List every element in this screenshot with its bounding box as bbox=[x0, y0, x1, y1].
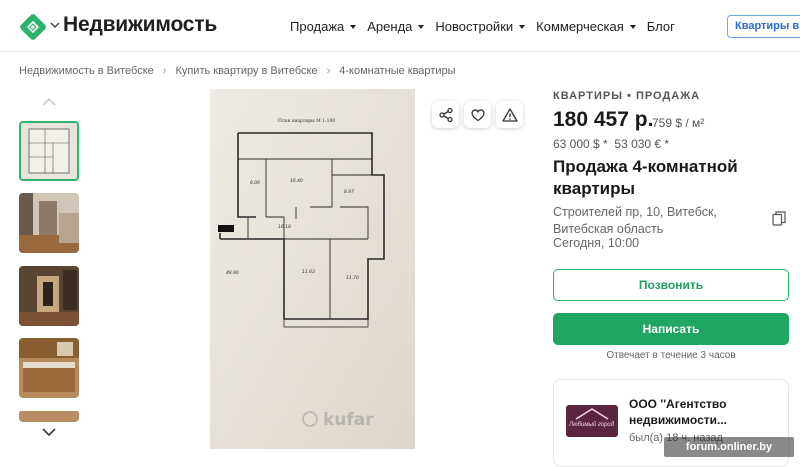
nav-item-blog[interactable]: Блог bbox=[647, 19, 675, 34]
warning-icon bbox=[501, 107, 518, 122]
heart-icon bbox=[470, 108, 485, 121]
svg-text:16.40: 16.40 bbox=[290, 178, 303, 184]
gallery-thumbnail[interactable] bbox=[19, 410, 79, 422]
logo-icon[interactable] bbox=[19, 13, 47, 41]
price-eur[interactable]: 53 030 € * bbox=[614, 137, 669, 151]
share-icon bbox=[438, 107, 453, 122]
svg-text:kufar: kufar bbox=[323, 410, 374, 430]
caret-down-icon bbox=[350, 24, 357, 29]
listing-date: Сегодня, 10:00 bbox=[553, 236, 640, 250]
report-button[interactable] bbox=[496, 101, 523, 128]
listing-category: КВАРТИРЫ • ПРОДАЖА bbox=[553, 90, 701, 102]
site-header: Недвижимость Продажа Аренда Новостройки … bbox=[0, 0, 800, 52]
svg-text:11.70: 11.70 bbox=[346, 275, 359, 281]
nav-item-new-buildings[interactable]: Новостройки bbox=[435, 19, 526, 34]
call-button[interactable]: Позвонить bbox=[553, 269, 789, 301]
favorite-button[interactable] bbox=[464, 101, 491, 128]
caret-down-icon bbox=[519, 24, 526, 29]
nav-item-rent[interactable]: Аренда bbox=[367, 19, 425, 34]
house-roof-icon bbox=[575, 408, 609, 420]
nav-item-commercial[interactable]: Коммерческая bbox=[536, 19, 636, 34]
price-alternative-currencies: 63 000 $ * 53 030 € * bbox=[553, 137, 669, 151]
price-per-square-meter: 759 $ / м² bbox=[652, 116, 705, 130]
breadcrumb-link[interactable]: Купить квартиру в Витебске bbox=[175, 65, 317, 77]
room-thumbnail-image bbox=[19, 411, 79, 422]
main-nav: Продажа Аренда Новостройки Коммерческая … bbox=[290, 19, 686, 34]
breadcrumb-link[interactable]: 4-комнатные квартиры bbox=[339, 65, 455, 77]
price-usd[interactable]: 63 000 $ * bbox=[553, 137, 608, 151]
nav-item-label: Новостройки bbox=[435, 19, 514, 34]
share-button[interactable] bbox=[432, 101, 459, 128]
svg-text:48.90: 48.90 bbox=[226, 270, 239, 276]
chevron-down-icon[interactable] bbox=[41, 427, 57, 437]
breadcrumb: Недвижимость в Витебске › Купить квартир… bbox=[19, 65, 456, 77]
hallway-thumbnail-image bbox=[19, 193, 79, 253]
gallery-thumbnail[interactable] bbox=[19, 193, 79, 253]
breadcrumb-link[interactable]: Недвижимость в Витебске bbox=[19, 65, 154, 77]
chevron-right-icon: › bbox=[162, 65, 167, 77]
main-photo[interactable]: План квартиры М 1:100 8.06 16.40 8.97 16… bbox=[210, 89, 415, 449]
gallery-thumbnail[interactable] bbox=[19, 121, 79, 181]
site-logo-text[interactable]: Недвижимость bbox=[63, 13, 217, 37]
svg-text:8.97: 8.97 bbox=[344, 189, 354, 195]
copy-icon[interactable] bbox=[772, 211, 786, 226]
seller-name[interactable]: ООО ''Агентство недвижимости... bbox=[629, 396, 779, 428]
svg-text:16.18: 16.18 bbox=[278, 224, 291, 230]
nav-item-sale[interactable]: Продажа bbox=[290, 19, 357, 34]
nav-item-label: Блог bbox=[646, 19, 675, 34]
nav-item-label: Аренда bbox=[367, 19, 413, 34]
chevron-down-icon[interactable] bbox=[50, 21, 60, 29]
caret-down-icon bbox=[418, 24, 425, 29]
svg-text:11.63: 11.63 bbox=[302, 269, 315, 275]
listing-title: Продажа 4-комнатной квартиры bbox=[553, 157, 738, 198]
reply-time-note: Отвечает в течение 3 часов bbox=[606, 350, 736, 361]
gallery-thumbnail[interactable] bbox=[19, 338, 79, 398]
floorplan-caption: План квартиры М 1:100 bbox=[278, 118, 335, 124]
nav-item-label: Коммерческая bbox=[536, 19, 624, 34]
site-watermark: forum.onliner.by bbox=[664, 437, 794, 457]
chevron-up-icon[interactable] bbox=[41, 97, 57, 107]
kitchen-thumbnail-image bbox=[19, 338, 79, 398]
corridor-thumbnail-image bbox=[19, 266, 79, 326]
write-message-button[interactable]: Написать bbox=[553, 313, 789, 345]
svg-text:8.06: 8.06 bbox=[250, 180, 260, 186]
listing-address: Строителей пр, 10, Витебск, Витебская об… bbox=[553, 205, 717, 236]
floorplan-thumbnail-image bbox=[21, 123, 77, 179]
floorplan-image: План квартиры М 1:100 8.06 16.40 8.97 16… bbox=[210, 89, 415, 449]
caret-down-icon bbox=[629, 24, 636, 29]
listing-price: 180 457 р. bbox=[553, 108, 654, 131]
seller-logo[interactable]: Любимый город bbox=[566, 405, 618, 437]
city-apartments-button[interactable]: Квартиры в Минске bbox=[727, 15, 800, 38]
nav-item-label: Продажа bbox=[290, 19, 345, 34]
gallery-thumbnail[interactable] bbox=[19, 266, 79, 326]
chevron-right-icon: › bbox=[326, 65, 331, 77]
